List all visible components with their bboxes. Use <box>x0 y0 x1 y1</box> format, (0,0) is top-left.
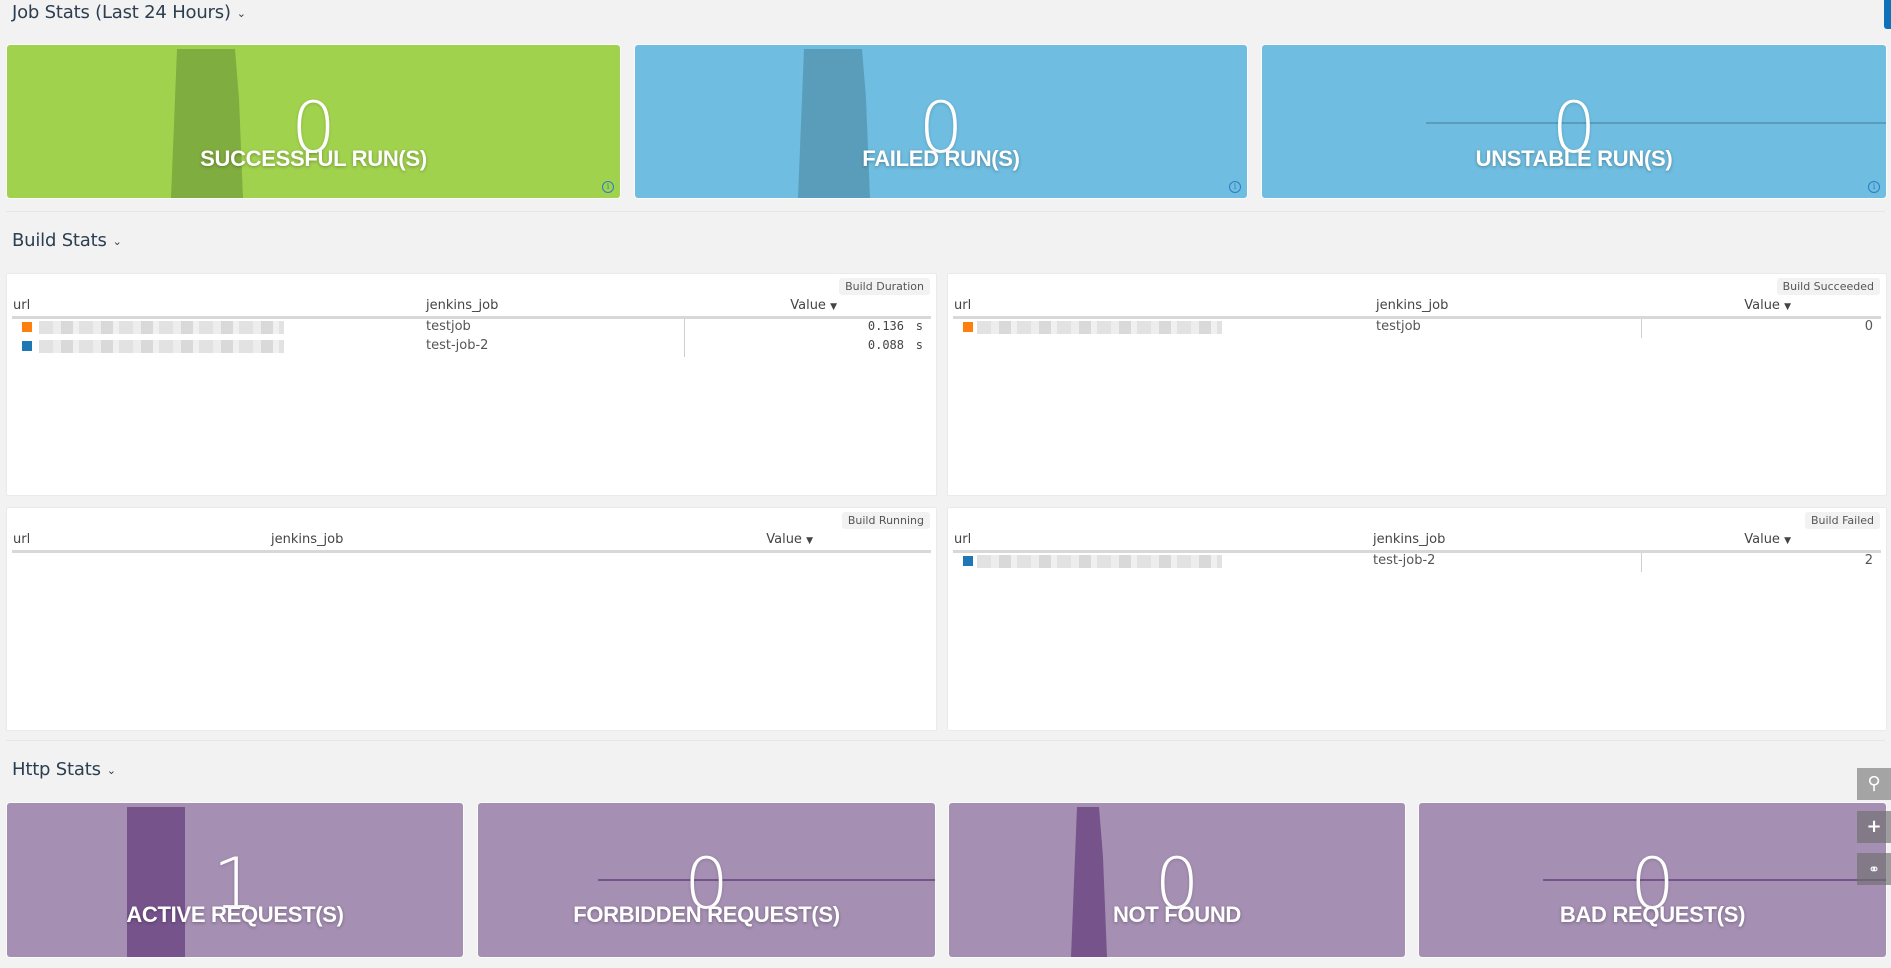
info-icon[interactable]: i <box>602 181 614 193</box>
jenkins-job-cell: testjob <box>1376 319 1421 334</box>
table-row[interactable]: testjob 0.136 s <box>12 318 931 337</box>
section-title-text: Build Stats <box>12 230 107 251</box>
stat-label: NOT FOUND <box>1112 902 1242 927</box>
divider <box>6 740 1885 741</box>
panel-badge: Build Running <box>841 512 930 529</box>
section-build-stats[interactable]: Build Stats ⌄ <box>12 230 122 251</box>
table-panel-build-running: Build Running url jenkins_job Value ▼ <box>6 507 937 731</box>
column-header-value[interactable]: Value ▼ <box>1744 532 1791 547</box>
sort-desc-icon: ▼ <box>1784 536 1791 546</box>
panel-badge: Build Failed <box>1804 512 1880 529</box>
column-header-value-label: Value <box>1744 298 1780 313</box>
link-button[interactable]: ⚭ <box>1857 853 1891 885</box>
sort-desc-icon: ▼ <box>1784 302 1791 312</box>
table-header: url jenkins_job Value ▼ <box>953 530 1881 553</box>
series-color-swatch <box>22 322 32 332</box>
table-header: url jenkins_job Value ▼ <box>12 530 931 553</box>
series-color-swatch <box>963 556 973 566</box>
column-header-url[interactable]: url <box>13 532 30 547</box>
jenkins-job-cell: testjob <box>426 319 471 334</box>
stat-card-forbidden-requests[interactable]: 0 FORBIDDEN REQUEST(S) <box>478 803 935 957</box>
column-header-jenkins-job[interactable]: jenkins_job <box>271 532 343 547</box>
sort-desc-icon: ▼ <box>806 536 813 546</box>
divider <box>6 211 1885 212</box>
link-icon: ⚭ <box>1868 862 1880 878</box>
search-button[interactable]: ⚲ <box>1857 768 1891 800</box>
column-header-value[interactable]: Value ▼ <box>790 298 837 313</box>
stat-card-bad-requests[interactable]: 0 BAD REQUEST(S) <box>1419 803 1886 957</box>
section-http-stats[interactable]: Http Stats ⌄ <box>12 759 116 780</box>
url-cell-redacted <box>977 321 1222 334</box>
info-icon[interactable]: i <box>1868 181 1880 193</box>
column-header-value[interactable]: Value ▼ <box>1744 298 1791 313</box>
stat-card-successful-runs[interactable]: 0 SUCCESSFUL RUN(S) i <box>7 45 620 198</box>
stat-card-active-requests[interactable]: 1 ACTIVE REQUEST(S) <box>7 803 463 957</box>
plus-icon: + <box>1866 816 1882 837</box>
value-cell: 0.088 <box>867 338 904 352</box>
help-button[interactable] <box>1884 0 1891 29</box>
value-cell: 0.136 <box>867 319 904 333</box>
jenkins-job-cell: test-job-2 <box>1373 553 1436 568</box>
table-panel-build-succeeded: Build Succeeded url jenkins_job Value ▼ … <box>947 273 1887 496</box>
sort-desc-icon: ▼ <box>830 302 837 312</box>
table-row[interactable]: testjob 0 <box>953 318 1881 337</box>
column-header-value-label: Value <box>1744 532 1780 547</box>
stat-label: BAD REQUEST(S) <box>1559 902 1746 927</box>
search-icon: ⚲ <box>1867 773 1881 794</box>
table-header: url jenkins_job Value ▼ <box>12 296 931 319</box>
url-cell-redacted <box>39 340 284 353</box>
jenkins-job-cell: test-job-2 <box>426 338 489 353</box>
column-header-url[interactable]: url <box>13 298 30 313</box>
stat-card-not-found[interactable]: 0 NOT FOUND <box>949 803 1405 957</box>
column-header-value-label: Value <box>790 298 826 313</box>
stat-label: FAILED RUN(S) <box>862 146 1020 171</box>
stat-label: FORBIDDEN REQUEST(S) <box>573 902 840 927</box>
section-title-text: Http Stats <box>12 759 101 780</box>
series-color-swatch <box>963 322 973 332</box>
stat-card-unstable-runs[interactable]: 0 UNSTABLE RUN(S) i <box>1262 45 1886 198</box>
url-cell-redacted <box>39 321 284 334</box>
url-cell-redacted <box>977 555 1222 568</box>
section-title-text: Job Stats (Last 24 Hours) <box>12 2 231 23</box>
series-color-swatch <box>22 341 32 351</box>
chevron-down-icon: ⌄ <box>236 6 246 20</box>
add-button[interactable]: + <box>1857 811 1891 843</box>
stat-card-failed-runs[interactable]: 0 FAILED RUN(S) i <box>635 45 1247 198</box>
chevron-down-icon: ⌄ <box>112 234 122 248</box>
section-job-stats[interactable]: Job Stats (Last 24 Hours) ⌄ <box>12 2 246 23</box>
stat-label: UNSTABLE RUN(S) <box>1475 146 1673 171</box>
column-header-value[interactable]: Value ▼ <box>766 532 813 547</box>
value-cell: 2 <box>1864 553 1873 568</box>
chevron-down-icon: ⌄ <box>106 763 116 777</box>
column-header-jenkins-job[interactable]: jenkins_job <box>1373 532 1445 547</box>
column-header-jenkins-job[interactable]: jenkins_job <box>1376 298 1448 313</box>
table-panel-build-duration: Build Duration url jenkins_job Value ▼ t… <box>6 273 937 496</box>
info-icon[interactable]: i <box>1229 181 1241 193</box>
table-row[interactable]: test-job-2 0.088 s <box>12 337 931 356</box>
stat-label: ACTIVE REQUEST(S) <box>126 902 344 927</box>
table-panel-build-failed: Build Failed url jenkins_job Value ▼ tes… <box>947 507 1887 731</box>
table-row[interactable]: test-job-2 2 <box>953 552 1881 571</box>
column-header-url[interactable]: url <box>954 532 971 547</box>
stat-label: SUCCESSFUL RUN(S) <box>200 146 427 171</box>
unit-cell: s <box>915 338 923 352</box>
column-header-url[interactable]: url <box>954 298 971 313</box>
panel-badge: Build Duration <box>839 278 930 295</box>
value-cell: 0 <box>1864 319 1873 334</box>
column-header-value-label: Value <box>766 532 802 547</box>
table-header: url jenkins_job Value ▼ <box>953 296 1881 319</box>
column-header-jenkins-job[interactable]: jenkins_job <box>426 298 498 313</box>
unit-cell: s <box>915 319 923 333</box>
panel-badge: Build Succeeded <box>1776 278 1880 295</box>
